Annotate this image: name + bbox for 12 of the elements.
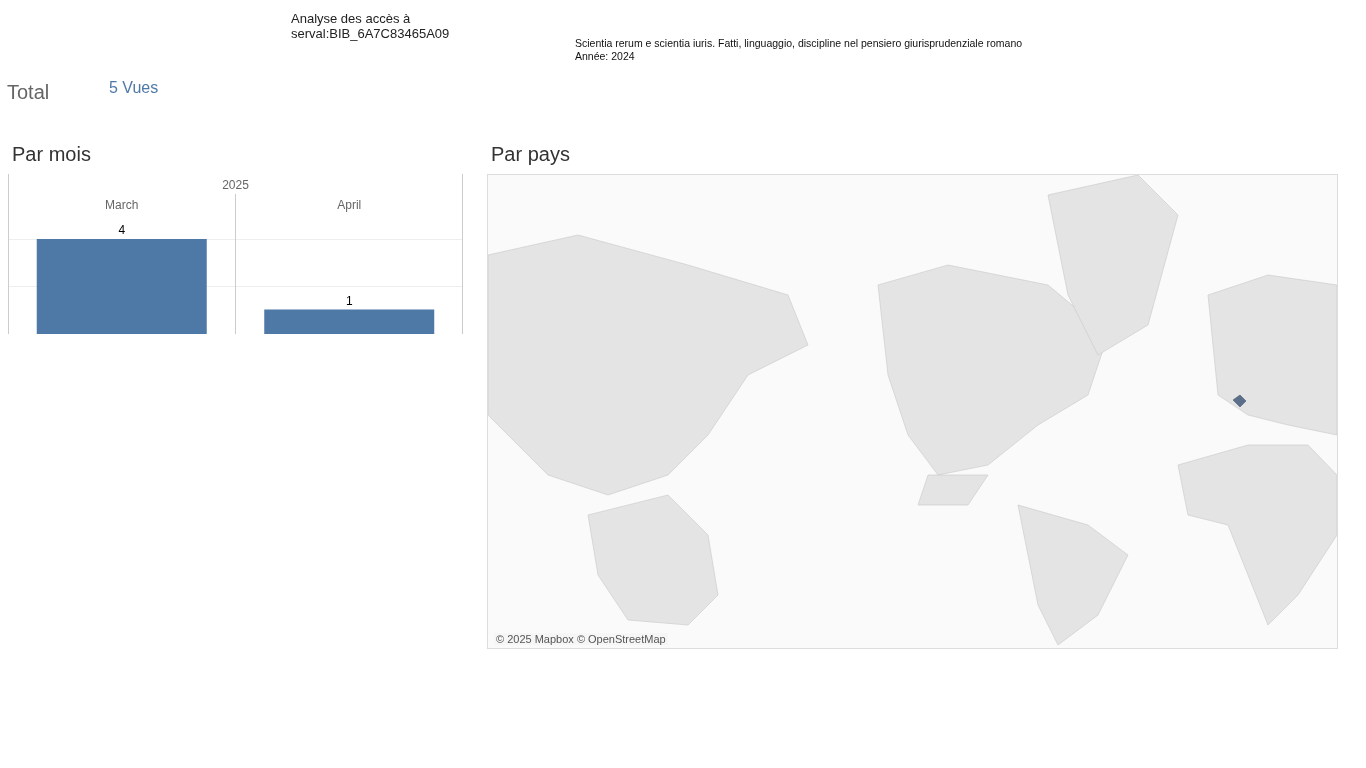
section-title: Par mois (11, 143, 92, 167)
total-views: 5 Vues (109, 79, 159, 97)
value-label: 1 (345, 293, 353, 308)
month-label: March (105, 198, 139, 212)
publication-info: Scientia rerum e scientia iuris. Fatti, linguaggio, discipline nel pensiero giurisprudenziale romano Année: 2024 (575, 37, 1023, 63)
value-label: 4 (118, 223, 126, 237)
year-header: 2025 (222, 178, 249, 192)
month-label: April (337, 198, 362, 212)
total-label: Total (7, 81, 51, 104)
map-attribution: © 2025 Mapbox © OpenStreetMap (494, 633, 668, 645)
page-title: Analyse des accès à serval:BIB_6A7C83465A09 (291, 11, 451, 43)
section-title: Par pays (490, 143, 571, 167)
